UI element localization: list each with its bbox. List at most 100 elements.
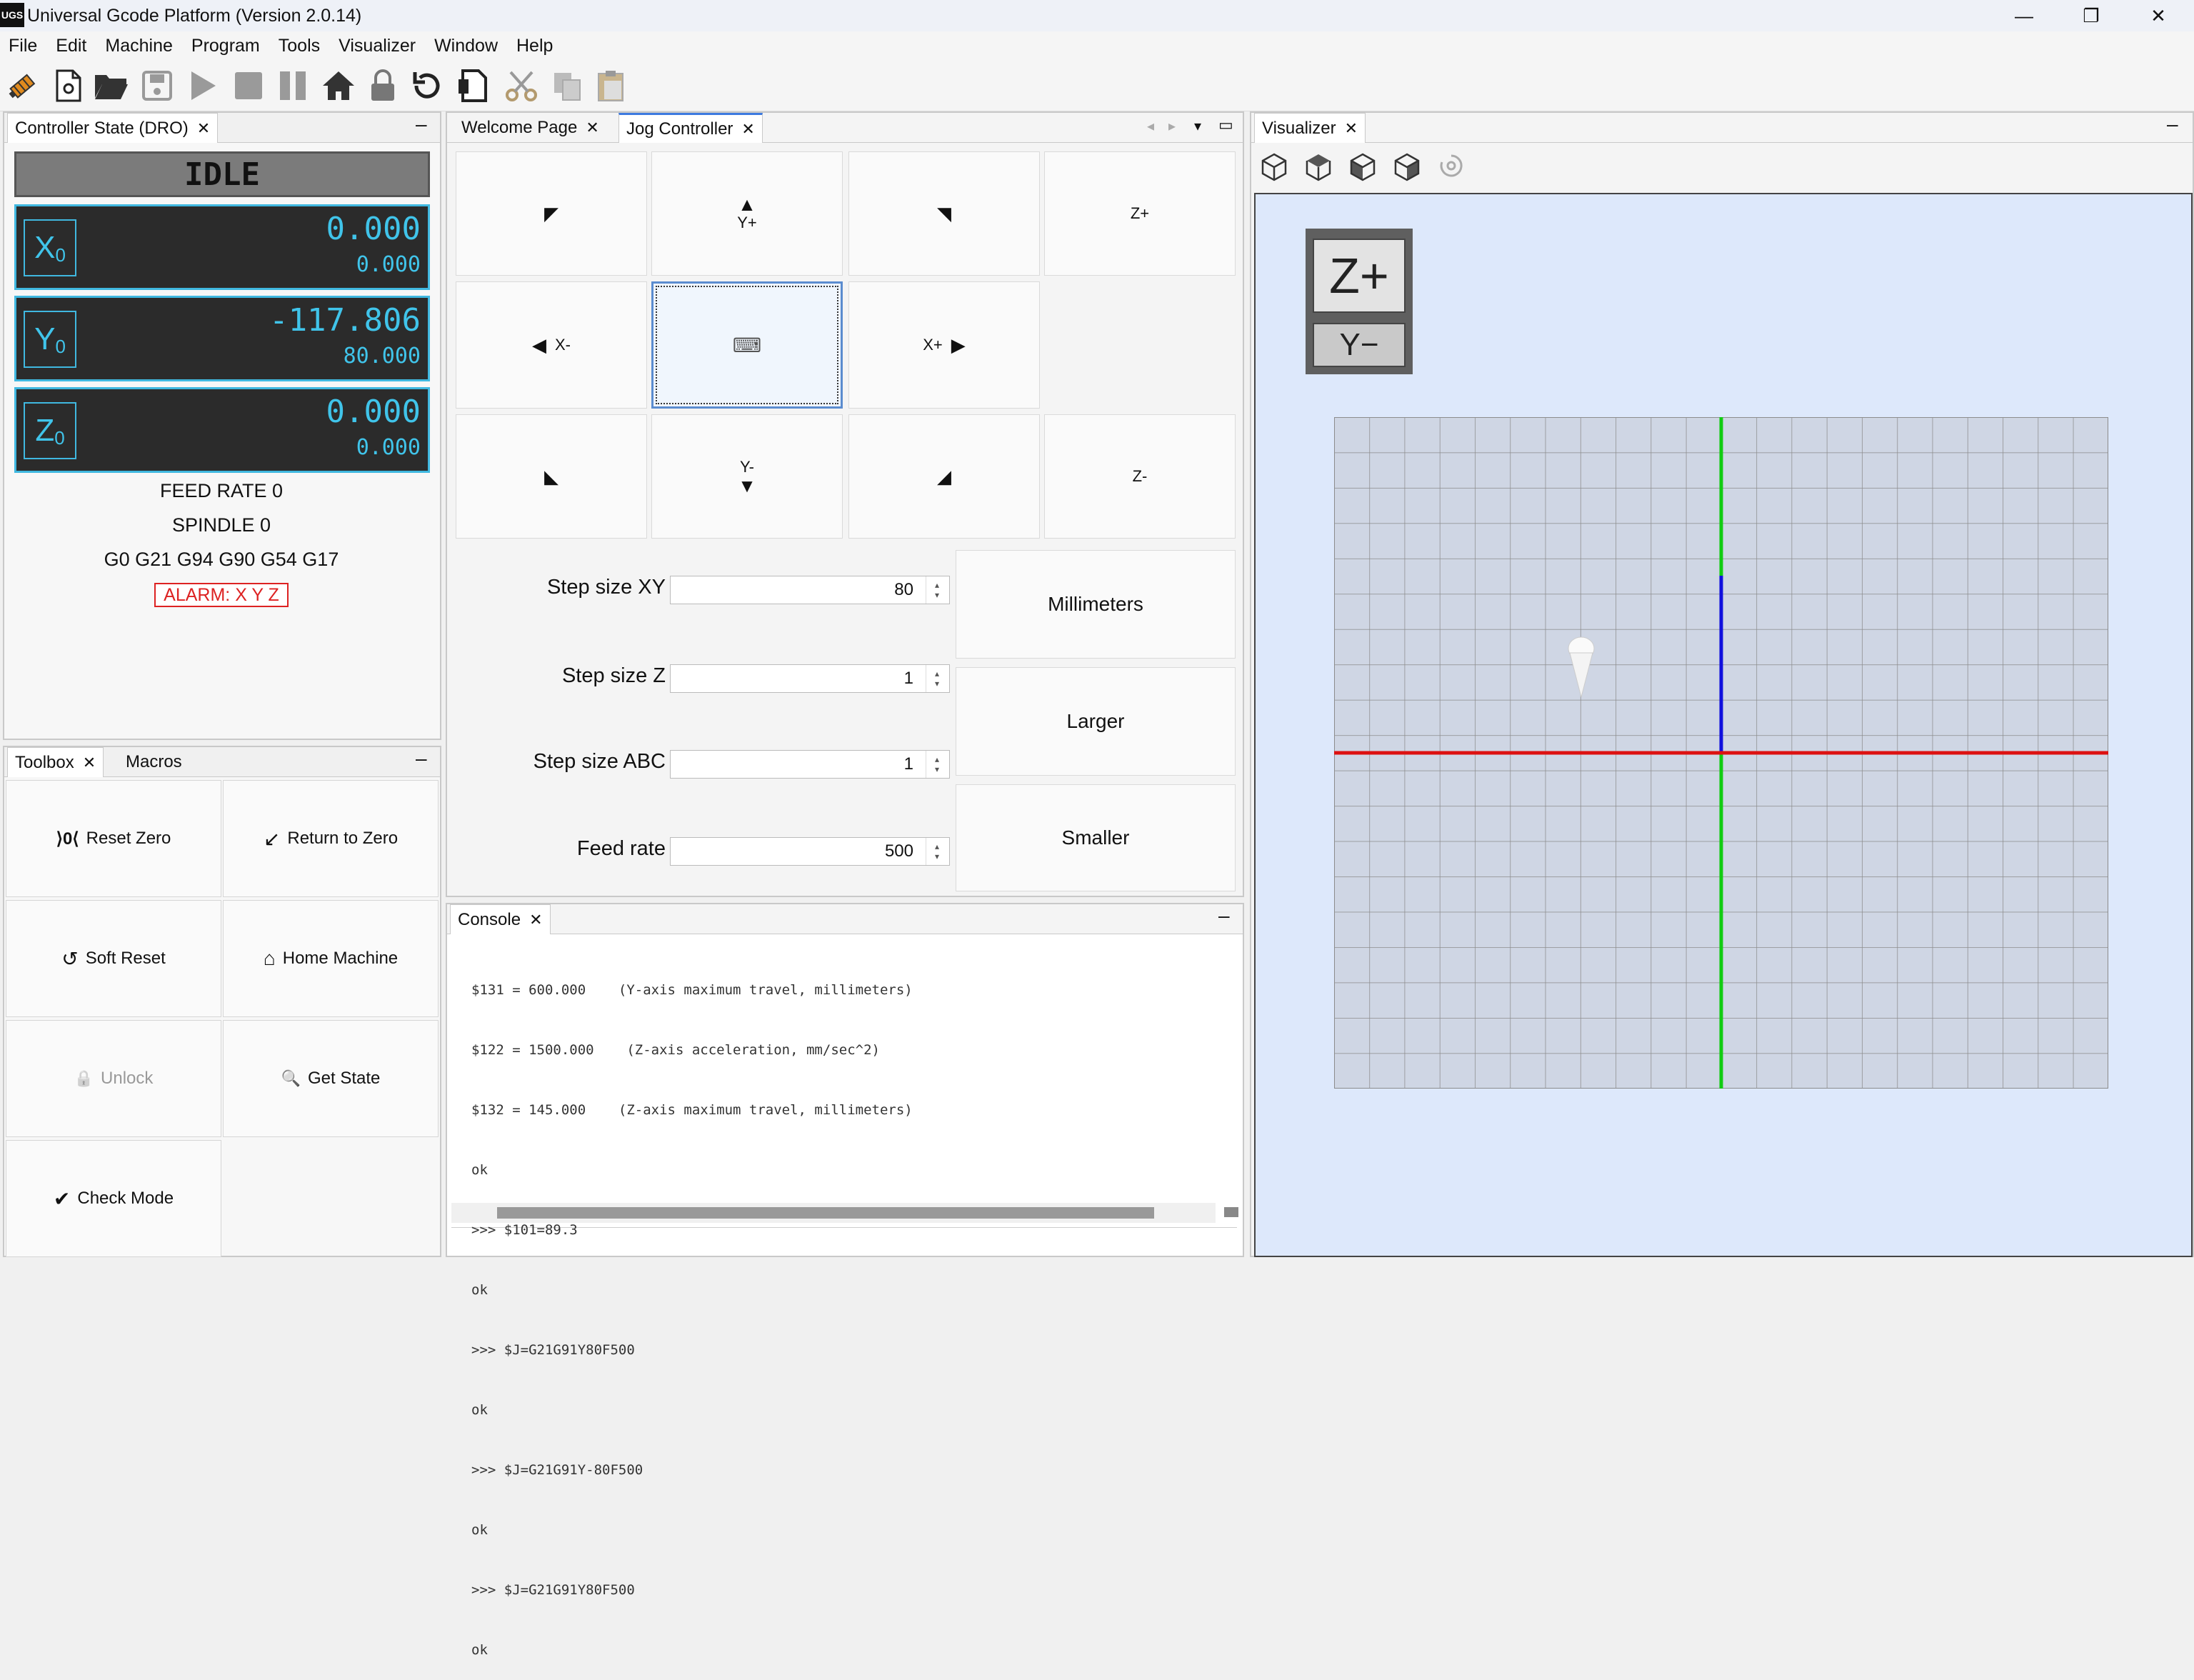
reset-zero-button[interactable]: ⟩0⟨ Reset Zero <box>6 780 221 897</box>
menu-file[interactable]: File <box>9 36 37 56</box>
jog-x-minus-button[interactable]: ◀ X- <box>456 281 647 409</box>
console-line: >>> $J=G21G91Y-80F500 <box>471 1462 643 1478</box>
units-toggle-button[interactable]: Millimeters <box>956 550 1236 659</box>
spinner-arrows-icon[interactable]: ▴ ▾ <box>926 576 948 604</box>
axis-x-button[interactable]: X0 <box>24 219 76 276</box>
jog-label: Y- <box>740 458 754 476</box>
copy-icon[interactable] <box>547 66 587 106</box>
tab-list-dropdown-icon[interactable]: ▾ <box>1194 117 1201 135</box>
menu-visualizer[interactable]: Visualizer <box>339 36 416 56</box>
close-icon[interactable]: ✕ <box>529 911 542 929</box>
step-size-z-input[interactable]: 1 ▴ ▾ <box>670 664 950 693</box>
keyboard-jog-toggle[interactable]: ⌨ <box>651 281 843 409</box>
close-icon[interactable]: ✕ <box>586 119 598 137</box>
play-icon[interactable] <box>183 66 223 106</box>
view-front-icon[interactable] <box>1347 151 1381 186</box>
home-machine-button[interactable]: ⌂ Home Machine <box>223 900 439 1017</box>
tab-toolbox[interactable]: Toolbox ✕ <box>7 747 104 777</box>
jog-y-minus-button[interactable]: Y- ▼ <box>651 414 843 539</box>
tab-scroll-right-icon[interactable]: ▸ <box>1168 117 1176 135</box>
menu-machine[interactable]: Machine <box>105 36 173 56</box>
view-top-icon[interactable] <box>1303 151 1337 186</box>
new-file-icon[interactable] <box>49 66 89 106</box>
minimize-button[interactable]: — <box>1991 0 2057 31</box>
orientation-cube[interactable]: Z+ Y− <box>1306 229 1413 374</box>
console-line: $132 = 145.000 (Z-axis maximum travel, m… <box>471 1102 913 1118</box>
reset-icon[interactable] <box>407 66 447 106</box>
check-mode-button[interactable]: ✔ Check Mode <box>6 1140 221 1257</box>
gcode-file-icon[interactable] <box>453 66 493 106</box>
menu-edit[interactable]: Edit <box>56 36 86 56</box>
rotate-icon[interactable] <box>1437 151 1471 186</box>
toolbox-tabbar: Toolbox ✕ Macros – <box>4 747 440 777</box>
home-icon[interactable] <box>319 66 359 106</box>
axis-x-work-position: 0.000 <box>326 211 421 247</box>
tab-visualizer[interactable]: Visualizer ✕ <box>1254 113 1366 143</box>
step-size-xy-input[interactable]: 80 ▴ ▾ <box>670 576 950 604</box>
jog-z-plus-button[interactable]: Z+ <box>1044 151 1236 276</box>
tab-macros[interactable]: Macros <box>119 747 189 777</box>
close-icon[interactable]: ✕ <box>83 754 96 772</box>
maximize-panel-icon[interactable]: ▭ <box>1218 116 1233 134</box>
minimize-panel-button[interactable]: – <box>2167 113 2178 136</box>
visualizer-canvas[interactable]: Z+ Y− <box>1254 193 2193 1257</box>
view-side-icon[interactable] <box>1391 151 1426 186</box>
tab-console[interactable]: Console ✕ <box>450 904 551 934</box>
soft-reset-button[interactable]: ↺ Soft Reset <box>6 900 221 1017</box>
axis-z-machine-position: 0.000 <box>356 435 421 460</box>
unlock-button[interactable]: 🔒 Unlock <box>6 1020 221 1137</box>
jog-y-plus-button[interactable]: ▲ Y+ <box>651 151 843 276</box>
jog-x-minus-y-plus-button[interactable]: ◤ <box>456 151 647 276</box>
larger-step-button[interactable]: Larger <box>956 667 1236 776</box>
step-size-abc-input[interactable]: 1 ▴ ▾ <box>670 750 950 779</box>
stop-icon[interactable] <box>229 66 269 106</box>
jog-x-plus-button[interactable]: X+ ▶ <box>848 281 1040 409</box>
tab-controller-state[interactable]: Controller State (DRO) ✕ <box>7 113 219 143</box>
cut-icon[interactable] <box>501 66 541 106</box>
close-button[interactable]: ✕ <box>2125 0 2191 31</box>
restore-button[interactable]: ❐ <box>2058 0 2124 31</box>
save-icon[interactable] <box>137 66 177 106</box>
get-state-button[interactable]: 🔍 Get State <box>223 1020 439 1137</box>
connect-icon[interactable] <box>3 66 43 106</box>
lock-icon[interactable] <box>363 66 403 106</box>
menu-help[interactable]: Help <box>516 36 553 56</box>
axis-x-machine-position: 0.000 <box>356 252 421 277</box>
close-icon[interactable]: ✕ <box>1345 119 1358 138</box>
smaller-step-button[interactable]: Smaller <box>956 784 1236 891</box>
console-vertical-scrollbar[interactable] <box>1220 943 1241 1393</box>
close-icon[interactable]: ✕ <box>741 120 754 139</box>
axis-y-button[interactable]: Y0 <box>24 311 76 368</box>
minimize-panel-button[interactable]: – <box>416 113 427 136</box>
cube-face-top[interactable]: Z+ <box>1313 239 1406 313</box>
console-line: $131 = 600.000 (Y-axis maximum travel, m… <box>471 982 913 998</box>
jog-x-plus-y-minus-button[interactable]: ◢ <box>848 414 1040 539</box>
menu-program[interactable]: Program <box>191 36 260 56</box>
console-line: >>> $J=G21G91Y80F500 <box>471 1582 635 1598</box>
tab-jog-controller[interactable]: Jog Controller ✕ <box>618 113 763 143</box>
console-tabbar: Console ✕ – <box>447 904 1243 934</box>
paste-icon[interactable] <box>591 66 631 106</box>
minimize-panel-button[interactable]: – <box>1218 904 1230 927</box>
button-label: Get State <box>308 1069 381 1088</box>
jog-z-minus-button[interactable]: Z- <box>1044 414 1236 539</box>
cube-face-front[interactable]: Y− <box>1313 323 1406 367</box>
open-folder-icon[interactable] <box>91 66 131 106</box>
pause-icon[interactable] <box>273 66 313 106</box>
return-to-zero-button[interactable]: ↙ Return to Zero <box>223 780 439 897</box>
menu-window[interactable]: Window <box>434 36 498 56</box>
spinner-arrows-icon[interactable]: ▴ ▾ <box>926 751 948 778</box>
scrollbar-thumb[interactable] <box>1224 1207 1238 1217</box>
jog-x-minus-y-minus-button[interactable]: ◣ <box>456 414 647 539</box>
menu-tools[interactable]: Tools <box>279 36 320 56</box>
close-icon[interactable]: ✕ <box>197 119 210 138</box>
axis-z-button[interactable]: Z0 <box>24 402 76 459</box>
jog-x-plus-y-plus-button[interactable]: ◥ <box>848 151 1040 276</box>
spinner-arrows-icon[interactable]: ▴ ▾ <box>926 838 948 865</box>
feed-rate-input[interactable]: 500 ▴ ▾ <box>670 837 950 866</box>
spinner-arrows-icon[interactable]: ▴ ▾ <box>926 665 948 692</box>
tab-welcome-page[interactable]: Welcome Page ✕ <box>454 113 606 143</box>
tab-scroll-left-icon[interactable]: ◂ <box>1147 117 1154 135</box>
console-line: ok <box>471 1162 488 1178</box>
view-iso-icon[interactable] <box>1258 151 1293 186</box>
